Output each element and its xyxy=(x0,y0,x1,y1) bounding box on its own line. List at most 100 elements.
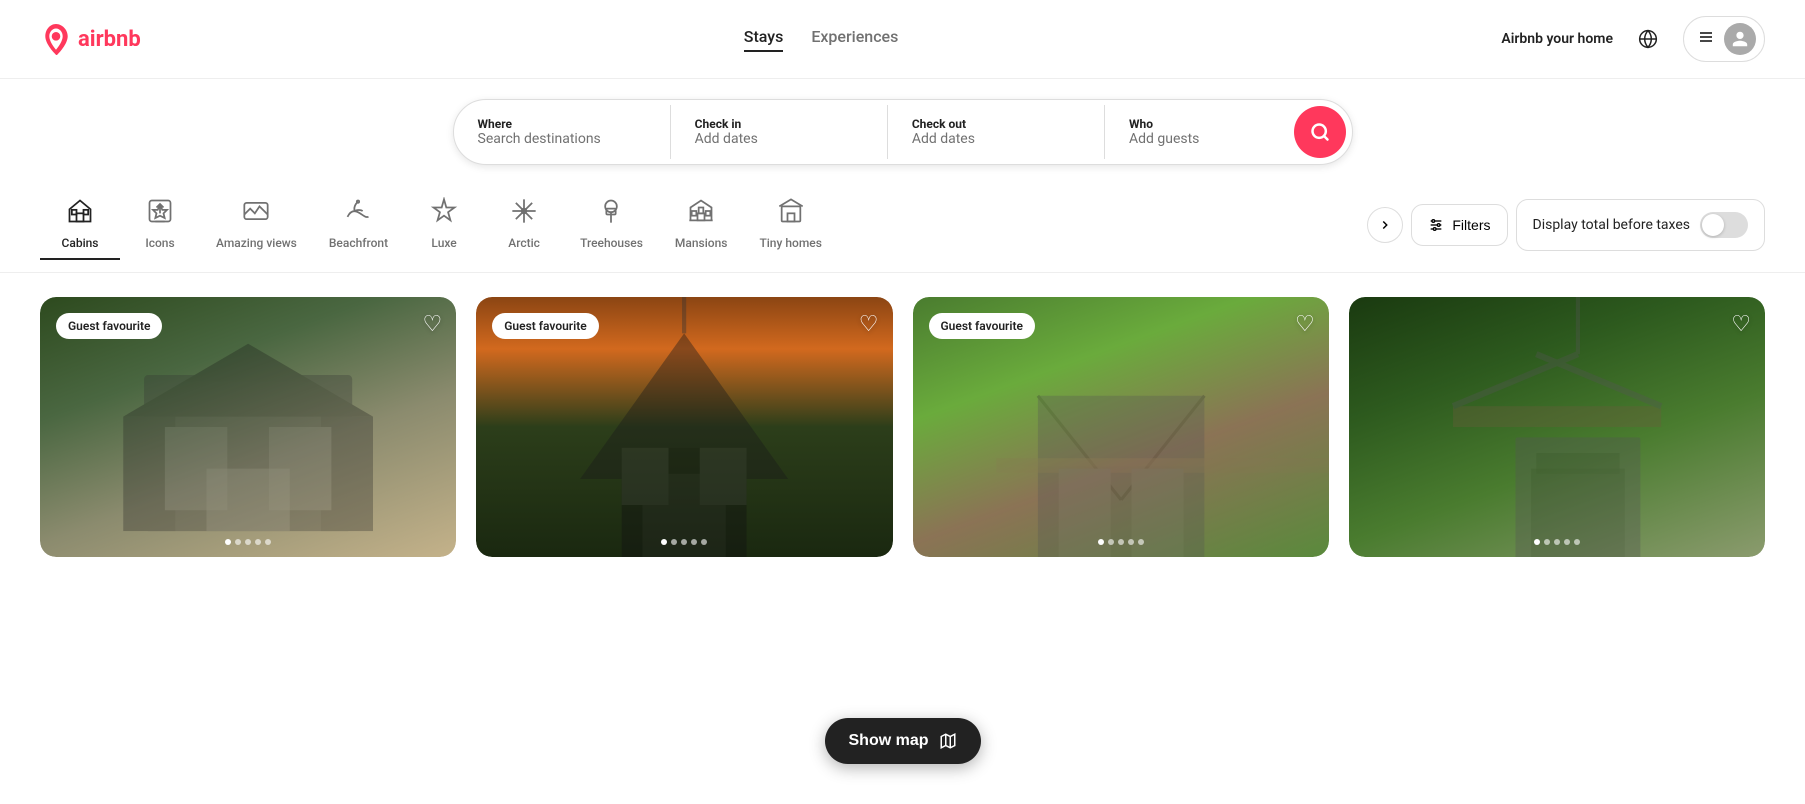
where-label: Where xyxy=(478,117,646,131)
toggle-knob xyxy=(1702,214,1724,236)
taxes-toggle-container: Display total before taxes xyxy=(1516,199,1766,251)
dot xyxy=(1138,539,1144,545)
tab-stays[interactable]: Stays xyxy=(744,27,784,52)
category-bar: Cabins Icons Amazing views xyxy=(0,177,1805,273)
language-button[interactable] xyxy=(1629,20,1667,58)
who-input[interactable]: Add guests xyxy=(1129,131,1264,147)
icons-label: Icons xyxy=(145,236,174,250)
filters-button[interactable]: Filters xyxy=(1411,204,1507,246)
checkout-field[interactable]: Check out Add dates xyxy=(888,105,1105,159)
dot xyxy=(1534,539,1540,545)
dot xyxy=(225,539,231,545)
category-tiny-homes[interactable]: Tiny homes xyxy=(743,189,837,260)
category-luxe[interactable]: Luxe xyxy=(404,189,484,260)
category-cabins[interactable]: Cabins xyxy=(40,189,120,260)
luxe-icon xyxy=(430,197,458,230)
dot xyxy=(1128,539,1134,545)
listing-image: Guest favourite ♡ xyxy=(913,297,1329,557)
avatar xyxy=(1724,23,1756,55)
tiny-homes-label: Tiny homes xyxy=(759,236,821,250)
arctic-icon xyxy=(510,197,538,230)
who-field[interactable]: Who Add guests xyxy=(1105,105,1288,159)
checkout-label: Check out xyxy=(912,117,1080,131)
mansions-label: Mansions xyxy=(675,236,728,250)
treehouses-icon xyxy=(597,197,625,230)
dot xyxy=(1574,539,1580,545)
guest-favourite-badge: Guest favourite xyxy=(56,313,162,339)
dot xyxy=(701,539,707,545)
categories-list: Cabins Icons Amazing views xyxy=(40,189,1359,260)
dot xyxy=(1118,539,1124,545)
where-input[interactable]: Search destinations xyxy=(478,131,646,147)
taxes-label: Display total before taxes xyxy=(1533,217,1691,233)
checkin-field[interactable]: Check in Add dates xyxy=(671,105,888,159)
category-arctic[interactable]: Arctic xyxy=(484,189,564,260)
cabins-label: Cabins xyxy=(62,236,99,250)
carousel-dots xyxy=(476,539,892,545)
logo-text: airbnb xyxy=(78,27,141,52)
category-mansions[interactable]: Mansions xyxy=(659,189,744,260)
wishlist-button[interactable]: ♡ xyxy=(423,311,443,337)
scroll-right-button[interactable] xyxy=(1367,207,1403,243)
carousel-dots xyxy=(1349,539,1765,545)
category-amazing-views[interactable]: Amazing views xyxy=(200,189,313,260)
listing-image: ♡ xyxy=(1349,297,1765,557)
dot xyxy=(235,539,241,545)
search-button[interactable] xyxy=(1294,106,1346,158)
wishlist-button[interactable]: ♡ xyxy=(859,311,879,337)
search-bar: Where Search destinations Check in Add d… xyxy=(453,99,1353,165)
checkin-label: Check in xyxy=(695,117,863,131)
who-label: Who xyxy=(1129,117,1264,131)
listing-image: Guest favourite ♡ xyxy=(476,297,892,557)
category-treehouses[interactable]: Treehouses xyxy=(564,189,659,260)
checkin-value[interactable]: Add dates xyxy=(695,131,863,147)
listing-card[interactable]: Guest favourite ♡ xyxy=(913,297,1329,557)
carousel-dots xyxy=(40,539,456,545)
listing-card[interactable]: Guest favourite ♡ xyxy=(476,297,892,557)
listings-grid: Guest favourite ♡ Guest favourite ♡ xyxy=(0,273,1805,581)
listing-card[interactable]: ♡ xyxy=(1349,297,1765,557)
beachfront-icon xyxy=(344,197,372,230)
cabins-icon xyxy=(66,197,94,230)
mansions-icon xyxy=(687,197,715,230)
dot xyxy=(255,539,261,545)
amazing-views-label: Amazing views xyxy=(216,236,297,250)
wishlist-button[interactable]: ♡ xyxy=(1295,311,1315,337)
filters-label: Filters xyxy=(1452,217,1490,233)
arctic-label: Arctic xyxy=(508,236,540,250)
wishlist-button[interactable]: ♡ xyxy=(1731,311,1751,337)
tab-experiences[interactable]: Experiences xyxy=(811,27,898,52)
show-map-label: Show map xyxy=(848,732,928,750)
tiny-homes-icon xyxy=(777,197,805,230)
dot xyxy=(1544,539,1550,545)
dot xyxy=(1564,539,1570,545)
guest-favourite-badge: Guest favourite xyxy=(929,313,1035,339)
logo[interactable]: airbnb xyxy=(40,23,141,55)
luxe-label: Luxe xyxy=(431,236,456,250)
main-nav: Stays Experiences xyxy=(744,27,899,52)
category-beachfront[interactable]: Beachfront xyxy=(313,189,404,260)
header-right: Airbnb your home xyxy=(1501,16,1765,62)
amazing-views-icon xyxy=(242,197,270,230)
taxes-toggle-switch[interactable] xyxy=(1700,212,1748,238)
where-field[interactable]: Where Search destinations xyxy=(454,105,671,159)
icons-icon xyxy=(146,197,174,230)
category-icons[interactable]: Icons xyxy=(120,189,200,260)
header: airbnb Stays Experiences Airbnb your hom… xyxy=(0,0,1805,79)
listing-image: Guest favourite ♡ xyxy=(40,297,456,557)
dot xyxy=(661,539,667,545)
user-menu-button[interactable] xyxy=(1683,16,1765,62)
hamburger-icon xyxy=(1698,29,1714,49)
beachfront-label: Beachfront xyxy=(329,236,388,250)
dot xyxy=(1554,539,1560,545)
carousel-dots xyxy=(913,539,1329,545)
guest-favourite-badge: Guest favourite xyxy=(492,313,598,339)
dot xyxy=(681,539,687,545)
show-map-button[interactable]: Show map xyxy=(824,718,980,764)
search-section: Where Search destinations Check in Add d… xyxy=(0,79,1805,177)
dot xyxy=(671,539,677,545)
checkout-value[interactable]: Add dates xyxy=(912,131,1080,147)
listing-card[interactable]: Guest favourite ♡ xyxy=(40,297,456,557)
airbnb-home-link[interactable]: Airbnb your home xyxy=(1501,31,1613,47)
dot xyxy=(1108,539,1114,545)
